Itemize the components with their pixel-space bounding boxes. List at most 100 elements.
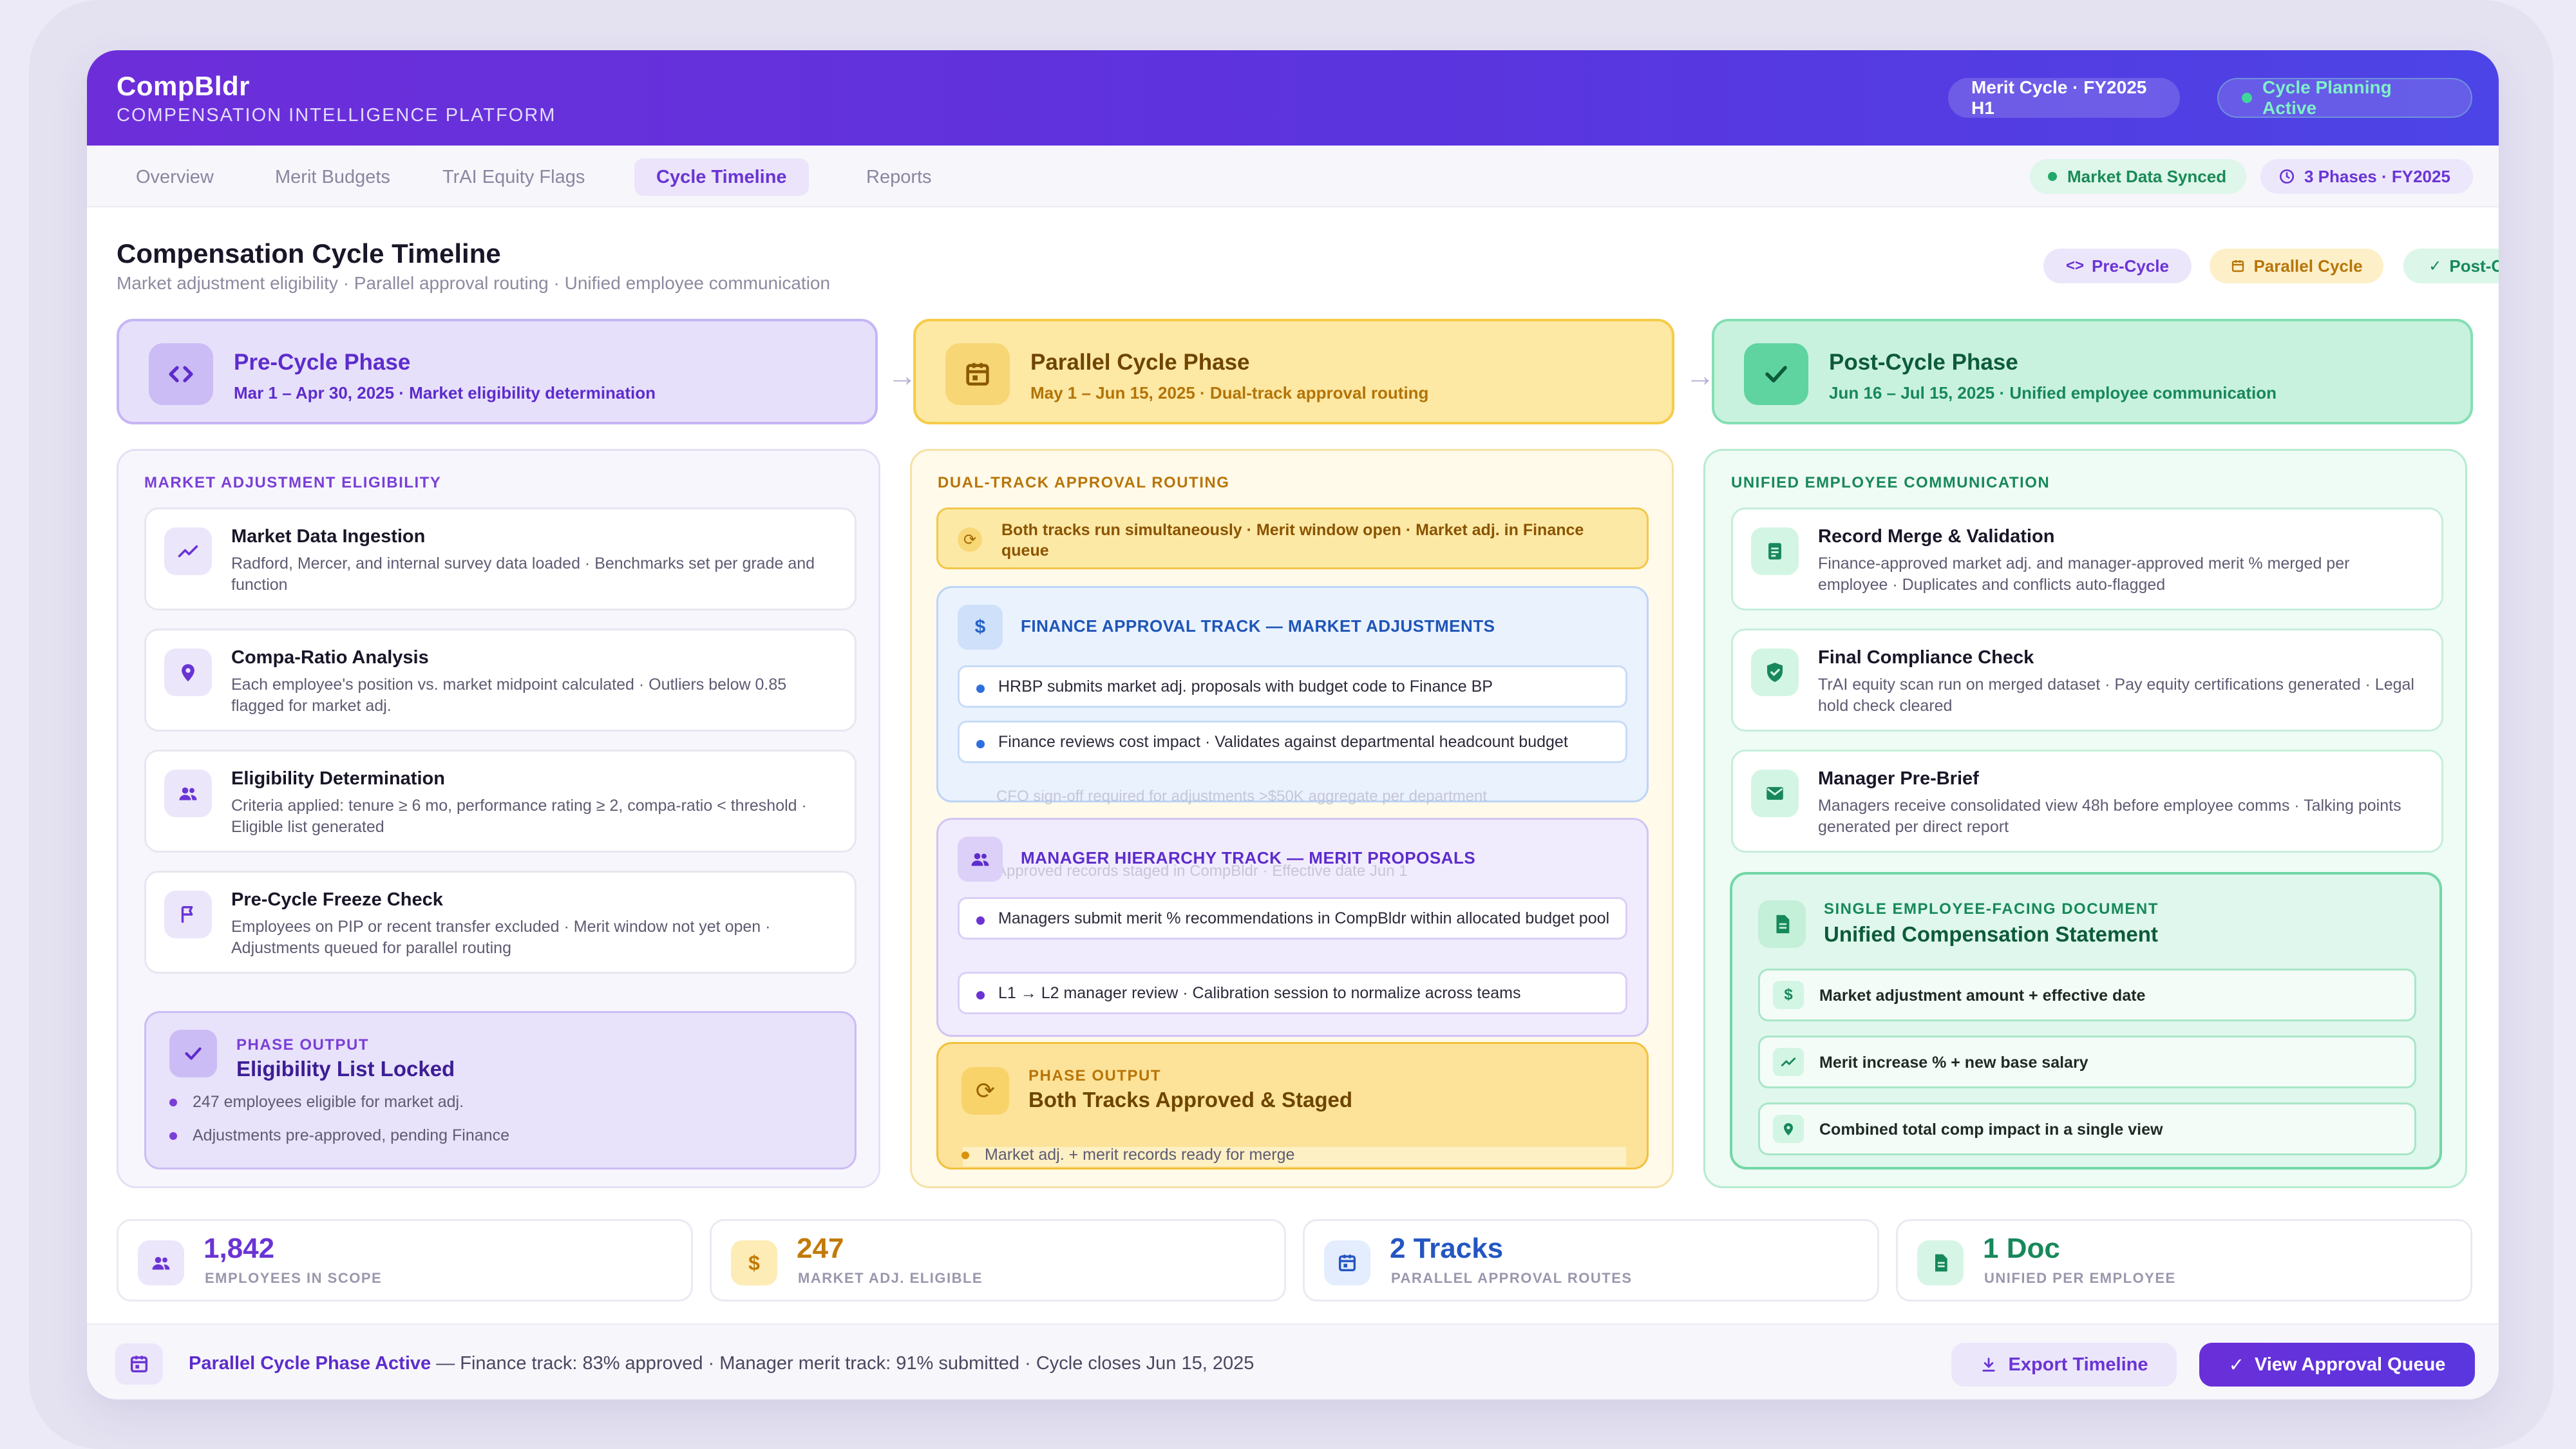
track-item[interactable]: L1 → L2 manager review · Calibration ses… (958, 972, 1627, 1014)
tab-merit-budgets[interactable]: Merit Budgets (253, 158, 412, 196)
tab-overview[interactable]: Overview (114, 158, 236, 196)
step-title: Manager Pre-Brief (1818, 768, 1979, 789)
export-timeline-button[interactable]: Export Timeline (1951, 1343, 2177, 1387)
output-title: Both Tracks Approved & Staged (1028, 1088, 1353, 1112)
location-pin-icon (164, 649, 212, 696)
step-record-merge[interactable]: Record Merge & Validation Finance-approv… (1731, 507, 2443, 611)
phases-badge: 3 Phases · FY2025 (2260, 159, 2473, 194)
concurrent-tracks-banner: ⟳ Both tracks run simultaneously · Merit… (936, 507, 1649, 569)
step-description: Criteria applied: tenure ≥ 6 mo, perform… (231, 797, 807, 836)
banner-text: Both tracks run simultaneously · Merit w… (1001, 521, 1584, 560)
legend-post-label: Post-Cycle (2449, 256, 2499, 276)
check-icon (169, 1030, 217, 1077)
page-title: Compensation Cycle Timeline (117, 238, 501, 269)
page-subtitle: Market adjustment eligibility · Parallel… (117, 273, 831, 293)
check-icon: ✓ (2429, 257, 2442, 275)
view-approval-queue-button[interactable]: ✓ View Approval Queue (2199, 1343, 2475, 1387)
status-dot-icon (2242, 93, 2252, 103)
market-sync-label: Market Data Synced (2067, 166, 2227, 186)
legend-parallel-cycle[interactable]: Parallel Cycle (2210, 249, 2383, 283)
legend-parallel-label: Parallel Cycle (2253, 256, 2363, 276)
code-icon (149, 343, 213, 405)
dollar-icon: $ (1773, 981, 1804, 1009)
output-title: Eligibility List Locked (236, 1057, 455, 1081)
arrow-right-icon: → (1685, 359, 1715, 392)
sync-dot-icon (2048, 172, 2057, 181)
manager-hierarchy-track: Approved records staged in CompBldr · Ef… (936, 818, 1649, 1037)
document-item: Combined total comp impact in a single v… (1758, 1103, 2416, 1155)
kpi-label: EMPLOYEES IN SCOPE (205, 1270, 383, 1286)
legend-pre-cycle[interactable]: <> Pre-Cycle (2043, 249, 2192, 283)
location-pin-icon (1773, 1115, 1804, 1143)
document-item: $ Market adjustment amount + effective d… (1758, 969, 2416, 1021)
phases-label: 3 Phases · FY2025 (2304, 166, 2450, 186)
kpi-label: MARKET ADJ. ELIGIBLE (798, 1270, 983, 1286)
kpi-value: 2 Tracks (1390, 1233, 1504, 1264)
post-cycle-column: UNIFIED EMPLOYEE COMMUNICATION Record Me… (1703, 449, 2467, 1188)
nav-bar: Overview Merit Budgets TrAI Equity Flags… (87, 146, 2499, 207)
step-description: Finance-approved market adj. and manager… (1818, 554, 2350, 594)
kpi-market-adj-eligible: $ 247 MARKET ADJ. ELIGIBLE (710, 1219, 1286, 1302)
trend-line-icon (164, 527, 212, 575)
calendar-icon (115, 1343, 163, 1385)
calendar-icon (945, 343, 1010, 405)
shield-check-icon (1751, 649, 1799, 696)
step-title: Record Merge & Validation (1818, 526, 2055, 547)
dollar-icon: $ (958, 605, 1003, 650)
kpi-value: 247 (797, 1233, 844, 1264)
kpi-value: 1,842 (204, 1233, 275, 1264)
step-eligibility-determination[interactable]: Eligibility Determination Criteria appli… (144, 750, 857, 853)
track-item-obscured: CFO sign-off required for adjustments >$… (996, 788, 1487, 805)
phase-title: Post-Cycle Phase (1829, 350, 2018, 375)
step-market-data-ingestion[interactable]: Market Data Ingestion Radford, Mercer, a… (144, 507, 857, 611)
dollar-icon: $ (731, 1240, 777, 1285)
phase-card-pre-cycle[interactable]: Pre-Cycle Phase Mar 1 – Apr 30, 2025 · M… (117, 319, 878, 424)
parallel-cycle-column: DUAL-TRACK APPROVAL ROUTING ⟳ Both track… (910, 449, 1674, 1188)
output-bullet: Adjustments pre-approved, pending Financ… (169, 1126, 509, 1145)
kpi-value: 1 Doc (1983, 1233, 2060, 1264)
track-item[interactable]: HRBP submits market adj. proposals with … (958, 665, 1627, 708)
phase-subtitle: Mar 1 – Apr 30, 2025 · Market eligibilit… (234, 383, 656, 402)
phase-card-parallel-cycle[interactable]: Parallel Cycle Phase May 1 – Jun 15, 202… (913, 319, 1674, 424)
document-icon (1751, 527, 1799, 575)
document-icon (1758, 900, 1806, 948)
status-footer: Parallel Cycle Phase Active — Finance tr… (87, 1323, 2499, 1399)
trend-line-icon (1773, 1048, 1804, 1076)
tab-trai-equity-flags[interactable]: TrAI Equity Flags (421, 158, 607, 196)
step-title: Pre-Cycle Freeze Check (231, 889, 443, 910)
column-label: DUAL-TRACK APPROVAL ROUTING (938, 474, 1230, 491)
tab-cycle-timeline[interactable]: Cycle Timeline (634, 158, 809, 196)
step-title: Market Data Ingestion (231, 526, 426, 547)
legend-post-cycle[interactable]: ✓ Post-Cycle (2403, 249, 2499, 283)
footer-status-text: Parallel Cycle Phase Active — Finance tr… (189, 1353, 1255, 1374)
legend-pre-label: Pre-Cycle (2092, 256, 2169, 276)
clock-icon (2279, 169, 2295, 184)
track-item[interactable]: Finance reviews cost impact · Validates … (958, 721, 1627, 763)
users-icon (138, 1240, 184, 1285)
step-description: TrAI equity scan run on merged dataset ·… (1818, 676, 2414, 715)
step-description: Radford, Mercer, and internal survey dat… (231, 554, 815, 594)
app-header: CompBldr COMPENSATION INTELLIGENCE PLATF… (87, 50, 2499, 146)
column-label: MARKET ADJUSTMENT ELIGIBILITY (144, 474, 442, 491)
kpi-parallel-routes: 2 Tracks PARALLEL APPROVAL ROUTES (1303, 1219, 1879, 1302)
phase-card-post-cycle[interactable]: Post-Cycle Phase Jun 16 – Jul 15, 2025 ·… (1712, 319, 2473, 424)
output-label: PHASE OUTPUT (236, 1036, 370, 1054)
phase-subtitle: May 1 – Jun 15, 2025 · Dual-track approv… (1030, 383, 1429, 402)
step-compa-ratio-analysis[interactable]: Compa-Ratio Analysis Each employee's pos… (144, 629, 857, 732)
users-icon (164, 770, 212, 817)
cycle-selector[interactable]: Merit Cycle · FY2025 H1 (1948, 77, 2180, 118)
step-pre-cycle-freeze-check[interactable]: Pre-Cycle Freeze Check Employees on PIP … (144, 871, 857, 974)
step-final-compliance-check[interactable]: Final Compliance Check TrAI equity scan … (1731, 629, 2443, 732)
kpi-employees-in-scope: 1,842 EMPLOYEES IN SCOPE (117, 1219, 693, 1302)
tab-reports[interactable]: Reports (844, 158, 954, 196)
output-bullet: Market adj. + merit records ready for me… (961, 1146, 1294, 1164)
brand-name: CompBldr (117, 71, 250, 101)
track-title: MANAGER HIERARCHY TRACK — MERIT PROPOSAL… (1021, 848, 1476, 867)
step-manager-pre-brief[interactable]: Manager Pre-Brief Managers receive conso… (1731, 750, 2443, 853)
step-title: Final Compliance Check (1818, 647, 2034, 668)
check-icon: ✓ (2228, 1354, 2244, 1376)
step-title: Eligibility Determination (231, 768, 445, 789)
track-item[interactable]: Managers submit merit % recommendations … (958, 897, 1627, 940)
flag-icon (164, 891, 212, 938)
document-title: Unified Compensation Statement (1824, 922, 2158, 946)
